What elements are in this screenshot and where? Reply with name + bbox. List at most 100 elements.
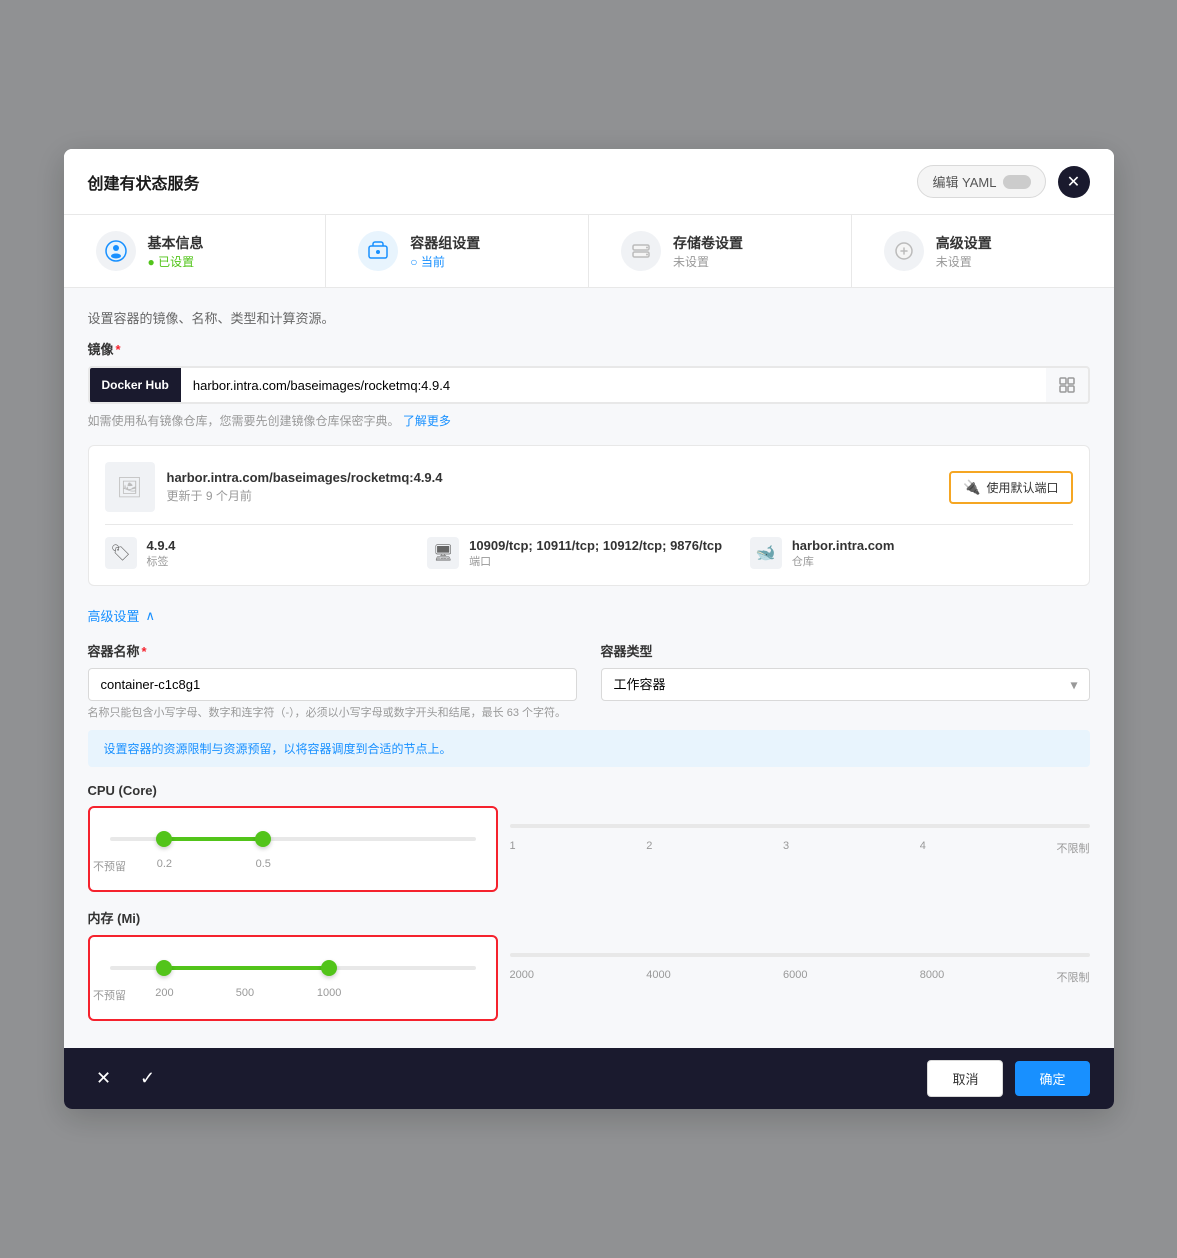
image-label: 镜像* bbox=[88, 339, 1090, 358]
step-storage-icon bbox=[621, 231, 661, 271]
modal-header: 创建有状态服务 编辑 YAML ✕ bbox=[64, 149, 1114, 215]
image-source-tag: Docker Hub bbox=[90, 368, 181, 402]
step-container-status: ○ 当前 bbox=[410, 253, 480, 270]
port-meta-icon: 🖥 bbox=[427, 537, 459, 569]
container-type-group: 容器类型 工作容器 ▾ bbox=[601, 641, 1090, 722]
step-storage-label: 存储卷设置 bbox=[673, 233, 743, 253]
step-advanced-label: 高级设置 bbox=[936, 233, 992, 253]
step-basic-icon bbox=[96, 231, 136, 271]
container-type-select[interactable]: 工作容器 bbox=[601, 668, 1090, 701]
container-form-row: 容器名称* 名称只能包含小写字母、数字和连字符（-），必须以小写字母或数字开头和… bbox=[88, 641, 1090, 722]
step-advanced-status: 未设置 bbox=[936, 253, 992, 270]
step-storage[interactable]: 存储卷设置 未设置 bbox=[589, 215, 851, 287]
step-basic-status: ● 已设置 bbox=[148, 253, 204, 270]
cpu-slider-labels: 不预留 0.2 0.5 bbox=[110, 858, 476, 874]
step-container[interactable]: 容器组设置 ○ 当前 bbox=[326, 215, 588, 287]
image-info-left: 🖼 harbor.intra.com/baseimages/rocketmq:4… bbox=[105, 462, 443, 512]
container-type-label: 容器类型 bbox=[601, 641, 1090, 660]
memory-label: 内存 (Mi) bbox=[88, 908, 1090, 927]
cpu-slider-box: 不预留 0.2 0.5 bbox=[88, 806, 498, 904]
image-name: harbor.intra.com/baseimages/rocketmq:4.9… bbox=[167, 470, 443, 485]
step-advanced-icon bbox=[884, 231, 924, 271]
step-container-label: 容器组设置 bbox=[410, 233, 480, 253]
image-details: harbor.intra.com/baseimages/rocketmq:4.9… bbox=[167, 470, 443, 504]
port-icon: 🔌 bbox=[963, 479, 980, 496]
image-input-row: Docker Hub bbox=[88, 366, 1090, 404]
image-thumb: 🖼 bbox=[105, 462, 155, 512]
resource-banner-text: 设置容器的资源限制与资源预留，以将容器调度到合适的节点上。 bbox=[104, 742, 452, 756]
step-container-icon bbox=[358, 231, 398, 271]
container-name-input[interactable] bbox=[88, 668, 577, 701]
memory-slider-box: 不预留 200 500 1000 bbox=[88, 935, 498, 1033]
cpu-slider-thumb-right[interactable] bbox=[255, 831, 271, 847]
memory-slider-container: 不预留 200 500 1000 bbox=[88, 935, 498, 1021]
memory-slider-thumb-right[interactable] bbox=[321, 960, 337, 976]
memory-right-labels: 2000 4000 6000 8000 不限制 bbox=[498, 935, 1090, 985]
chevron-up-icon: ∧ bbox=[146, 608, 156, 624]
close-button[interactable]: ✕ bbox=[1058, 166, 1090, 198]
cpu-slider-container: 不预留 0.2 0.5 bbox=[88, 806, 498, 892]
memory-slider-bg bbox=[110, 966, 476, 970]
yaml-button[interactable]: 编辑 YAML bbox=[917, 165, 1045, 198]
meta-port: 🖥 10909/tcp; 10911/tcp; 10912/tcp; 9876/… bbox=[427, 537, 750, 569]
step-basic-info: 基本信息 ● 已设置 bbox=[148, 233, 204, 270]
memory-slider-thumb-left[interactable] bbox=[156, 960, 172, 976]
container-name-label: 容器名称* bbox=[88, 641, 577, 660]
cpu-label: CPU (Core) bbox=[88, 783, 1090, 798]
footer-right: 取消 确定 bbox=[927, 1060, 1089, 1097]
yaml-toggle[interactable] bbox=[1003, 175, 1031, 189]
step-container-info: 容器组设置 ○ 当前 bbox=[410, 233, 480, 270]
cpu-section: CPU (Core) bbox=[88, 783, 1090, 904]
steps-bar: 基本信息 ● 已设置 容器组设置 ○ 当前 bbox=[64, 215, 1114, 288]
image-input[interactable] bbox=[181, 368, 1046, 402]
meta-repo-value: harbor.intra.com bbox=[792, 538, 895, 553]
use-default-port-button[interactable]: 🔌 使用默认端口 bbox=[949, 471, 1072, 504]
modal-overlay: 创建有状态服务 编辑 YAML ✕ 基本信息 ● 已设置 bbox=[0, 0, 1177, 1258]
footer-confirm-icon[interactable]: ✓ bbox=[132, 1063, 164, 1095]
use-default-port-label: 使用默认端口 bbox=[986, 479, 1058, 496]
modal-title: 创建有状态服务 bbox=[88, 170, 200, 194]
step-advanced[interactable]: 高级设置 未设置 bbox=[852, 215, 1114, 287]
tag-icon: 🏷 bbox=[105, 537, 137, 569]
modal-footer: ✕ ✓ 取消 确定 bbox=[64, 1048, 1114, 1109]
cpu-right-labels: 1 2 3 4 不限制 bbox=[498, 806, 1090, 856]
cancel-button[interactable]: 取消 bbox=[927, 1060, 1003, 1097]
footer-left: ✕ ✓ bbox=[88, 1063, 164, 1095]
meta-tag: 🏷 4.9.4 标签 bbox=[105, 537, 428, 569]
yaml-button-label: 编辑 YAML bbox=[932, 172, 996, 191]
memory-section: 内存 (Mi) 不预留 bbox=[88, 908, 1090, 1033]
step-storage-info: 存储卷设置 未设置 bbox=[673, 233, 743, 270]
image-updated: 更新于 9 个月前 bbox=[167, 487, 443, 504]
meta-tag-value: 4.9.4 bbox=[147, 538, 176, 553]
footer-close-icon[interactable]: ✕ bbox=[88, 1063, 120, 1095]
advanced-toggle-label: 高级设置 bbox=[88, 606, 140, 625]
image-meta: 🏷 4.9.4 标签 🖥 10909/tcp; 10911/tcp; 10912… bbox=[105, 524, 1073, 569]
advanced-toggle[interactable]: 高级设置 ∧ bbox=[88, 606, 1090, 625]
step-storage-status: 未设置 bbox=[673, 253, 743, 270]
modal: 创建有状态服务 编辑 YAML ✕ 基本信息 ● 已设置 bbox=[64, 149, 1114, 1109]
meta-tag-label: 标签 bbox=[147, 553, 176, 569]
image-info-top: 🖼 harbor.intra.com/baseimages/rocketmq:4… bbox=[105, 462, 1073, 512]
step-advanced-info: 高级设置 未设置 bbox=[936, 233, 992, 270]
memory-slider-labels: 不预留 200 500 1000 bbox=[110, 987, 476, 1003]
cpu-slider-thumb-left[interactable] bbox=[156, 831, 172, 847]
meta-port-value: 10909/tcp; 10911/tcp; 10912/tcp; 9876/tc… bbox=[469, 538, 722, 553]
container-name-hint: 名称只能包含小写字母、数字和连字符（-），必须以小写字母或数字开头和结尾，最长 … bbox=[88, 705, 577, 722]
image-hint-link[interactable]: 了解更多 bbox=[403, 414, 451, 428]
step-basic[interactable]: 基本信息 ● 已设置 bbox=[64, 215, 326, 287]
container-name-group: 容器名称* 名称只能包含小写字母、数字和连字符（-），必须以小写字母或数字开头和… bbox=[88, 641, 577, 722]
repo-icon: 🐋 bbox=[750, 537, 782, 569]
memory-slider-fill bbox=[164, 966, 329, 970]
image-hint: 如需使用私有镜像仓库，您需要先创建镜像仓库保密字典。 了解更多 bbox=[88, 412, 1090, 429]
modal-content: 设置容器的镜像、名称、类型和计算资源。 镜像* Docker Hub 如需使用私… bbox=[64, 288, 1114, 1048]
meta-repo: 🐋 harbor.intra.com 仓库 bbox=[750, 537, 1073, 569]
meta-port-label: 端口 bbox=[469, 553, 722, 569]
section-description: 设置容器的镜像、名称、类型和计算资源。 bbox=[88, 308, 1090, 327]
cpu-slider-track bbox=[110, 824, 476, 854]
header-right: 编辑 YAML ✕ bbox=[917, 165, 1089, 198]
image-icon bbox=[1046, 368, 1088, 402]
image-info-card: 🖼 harbor.intra.com/baseimages/rocketmq:4… bbox=[88, 445, 1090, 586]
cpu-slider-bg bbox=[110, 837, 476, 841]
cpu-slider-fill bbox=[164, 837, 263, 841]
confirm-button[interactable]: 确定 bbox=[1015, 1061, 1089, 1096]
